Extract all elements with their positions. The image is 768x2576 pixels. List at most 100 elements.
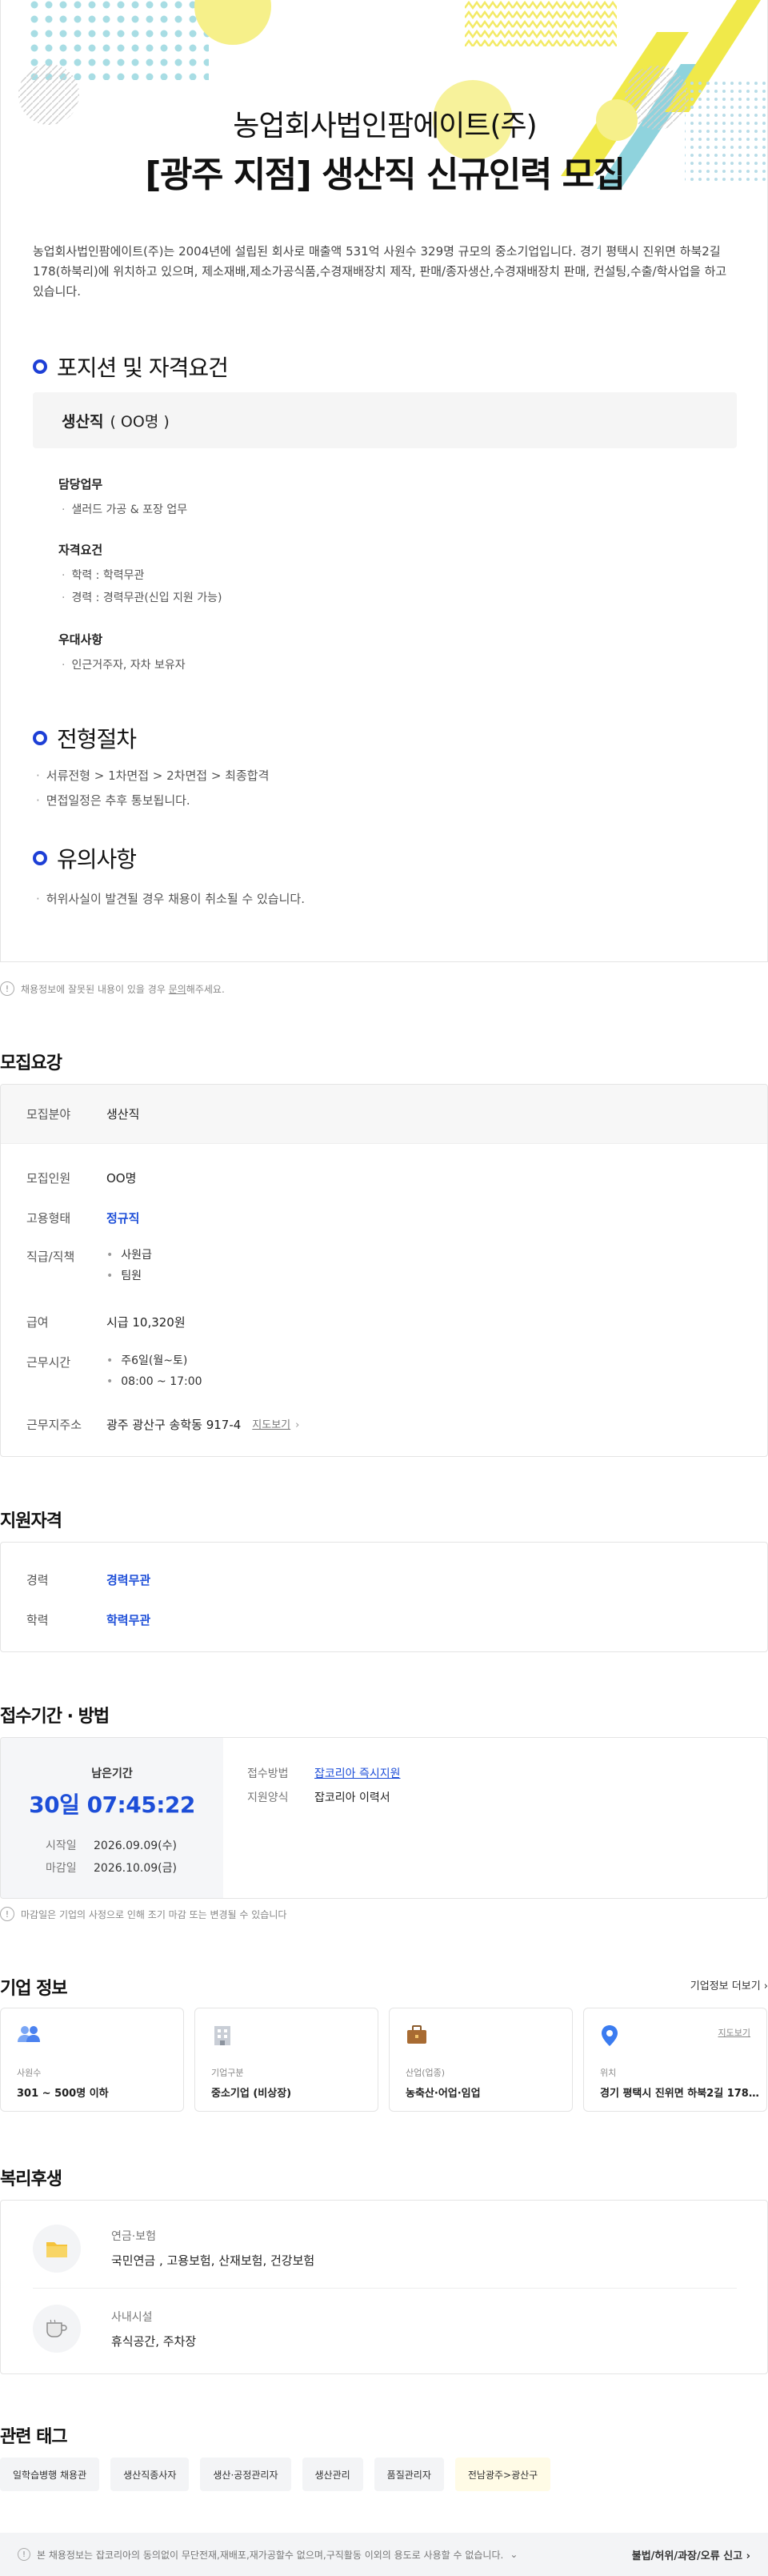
recruit-title: 모집요강: [0, 1053, 62, 1073]
employment-type-label: 고용형태: [26, 1211, 71, 1226]
location-map-link[interactable]: 지도보기: [718, 2026, 750, 2039]
education-row: 학력 학력무관: [26, 1611, 150, 1628]
hours-label: 근무시간: [26, 1355, 71, 1370]
company-intro: 농업회사법인팜에이트(주)는 2004년에 설립된 회사로 매출액 531억 사…: [33, 244, 727, 299]
report-button-label: 불법/허위/과장/오류 신고: [631, 2550, 743, 2562]
duty-item: 샐러드 가공 & 포장 업무: [58, 499, 187, 521]
requirement-item: 학력 : 학력무관: [58, 564, 222, 587]
company-more-text: 기업정보 더보기: [690, 1980, 761, 1992]
tag-item-location[interactable]: 전남광주>광산구: [454, 2458, 551, 2491]
employment-type-row: 고용형태 정규직: [26, 1210, 139, 1226]
company-card-location: 지도보기 위치 경기 평택시 진위면 하북2길 178(하북리): [583, 2008, 767, 2112]
employees-label: 사원수: [17, 2068, 42, 2078]
info-icon: !: [18, 2548, 30, 2561]
folder-icon: [33, 2224, 81, 2273]
career-label: 경력: [26, 1573, 49, 1587]
rank-item: 팀원: [106, 1266, 152, 1286]
end-date-label: 마감일: [46, 1862, 77, 1875]
start-date-label: 시작일: [46, 1840, 77, 1852]
job-title: [광주 지점] 생산직 신규인력 모집: [145, 154, 626, 195]
career-value: 경력무관: [106, 1573, 151, 1587]
circle-bullet-icon: [33, 359, 47, 374]
requirements-title: 자격요건: [58, 543, 103, 557]
tag-item[interactable]: 생산직종사자: [110, 2458, 190, 2491]
company-type-label: 기업구분: [211, 2068, 244, 2078]
caution-line: 허위사실이 발견될 경우 채용이 취소될 수 있습니다.: [36, 887, 305, 912]
chevron-right-icon: ›: [295, 1419, 300, 1431]
hours-item: 주6일(월~토): [106, 1350, 202, 1371]
company-card-type: 기업구분 중소기업 (비상장): [194, 2008, 378, 2112]
remaining-time: 30일 07:45:22: [29, 1792, 195, 1818]
location-pin-icon: [602, 2025, 618, 2046]
map-link[interactable]: 지도보기 ›: [252, 1416, 299, 1431]
pay-value: 시급 10,320원: [106, 1315, 186, 1330]
welfare-value: 휴식공간, 주차장: [111, 2333, 197, 2349]
apply-method-panel: 접수방법 잡코리아 즉시지원 지원양식 잡코리아 이력서: [223, 1738, 767, 1898]
chevron-right-icon: ›: [763, 1980, 768, 1992]
industry-label: 산업(업종): [406, 2068, 446, 2078]
process-line: 면접일정은 추후 통보됩니다.: [36, 788, 269, 813]
apply-card: 남은기간 30일 07:45:22 시작일 2026.09.09(수) 마감일 20…: [0, 1737, 768, 1899]
career-row: 경력 경력무관: [26, 1571, 150, 1588]
report-button[interactable]: 불법/허위/과장/오류 신고 ›: [632, 2547, 750, 2562]
apply-method-label: 접수방법: [247, 1767, 289, 1780]
pay-label: 급여: [26, 1315, 49, 1330]
recruit-field-row: 모집분야 생산직: [1, 1085, 767, 1144]
company-card-employees: 사원수 301 ~ 500명 이하: [0, 2008, 184, 2112]
rank-list: 사원급 팀원: [106, 1245, 152, 1286]
company-title: 기업 정보: [0, 1979, 68, 1999]
report-inquiry-link[interactable]: 문의: [169, 984, 186, 995]
address-row: 근무지주소 광주 광산구 송학동 917-4 지도보기 ›: [26, 1416, 299, 1433]
company-name: 농업회사법인팜에이트(주): [233, 110, 537, 142]
tags-title: 관련 태그: [0, 2427, 68, 2447]
start-date: 시작일 2026.09.09(수): [46, 1837, 177, 1853]
employment-type-value: 정규직: [106, 1211, 140, 1226]
report-notice: ! 채용정보에 잘못된 내용이 있을 경우 문의해주세요.: [0, 981, 225, 996]
field-value: 생산직: [106, 1107, 140, 1121]
copyright-notice: 본 채용정보는 잡코리아의 동의없이 무단전재,재배포,재가공할수 없으며,구직…: [37, 2549, 504, 2561]
map-link-text: 지도보기: [252, 1419, 291, 1431]
hours-list: 주6일(월~토) 08:00 ~ 17:00: [106, 1350, 202, 1392]
chevron-down-icon[interactable]: ⌄: [510, 2549, 518, 2560]
apply-method-row: 접수방법 잡코리아 즉시지원: [247, 1765, 401, 1781]
deadline-panel: 남은기간 30일 07:45:22 시작일 2026.09.09(수) 마감일 20…: [1, 1738, 223, 1898]
apply-form-value: 잡코리아 이력서: [314, 1792, 390, 1804]
pay-row: 급여 시급 10,320원: [26, 1314, 186, 1330]
rank-label: 직급/직책: [26, 1250, 75, 1264]
caution-heading: 유의사항: [33, 842, 137, 874]
briefcase-icon: [407, 2025, 426, 2044]
welfare-item: 연금·보험 국민연금 , 고용보험, 산재보험, 건강보험: [33, 2209, 737, 2289]
welfare-card: 연금·보험 국민연금 , 고용보험, 산재보험, 건강보험 사내시설 휴식공간,…: [0, 2200, 768, 2374]
location-label: 위치: [600, 2068, 617, 2078]
tag-item[interactable]: 생산·공정관리자: [200, 2458, 291, 2491]
company-more-link[interactable]: 기업정보 더보기 ›: [690, 1977, 768, 1992]
building-icon: [214, 2026, 230, 2045]
rank-row: 직급/직책 사원급 팀원: [26, 1248, 152, 1286]
apply-title: 접수기간 · 방법: [0, 1707, 110, 1727]
welfare-item: 사내시설 휴식공간, 주차장: [33, 2289, 737, 2369]
end-date-value: 2026.10.09(금): [94, 1862, 177, 1875]
process-heading: 전형절차: [33, 722, 137, 754]
circle-bullet-icon: [33, 851, 47, 865]
welfare-value: 국민연금 , 고용보험, 산재보험, 건강보험: [111, 2253, 315, 2268]
hours-row: 근무시간 주6일(월~토) 08:00 ~ 17:00: [26, 1354, 202, 1392]
rank-item: 사원급: [106, 1245, 152, 1266]
tag-item[interactable]: 생산관리: [302, 2458, 363, 2491]
tag-item[interactable]: 품질관리자: [374, 2458, 444, 2491]
industry-value: 농축산·어업·임업: [406, 2088, 481, 2100]
copyright-bar: ! 본 채용정보는 잡코리아의 동의없이 무단전재,재배포,재가공할수 없으며,…: [0, 2533, 768, 2576]
deadline-notice: ! 마감일은 기업의 사정으로 인해 조기 마감 또는 변경될 수 있습니다: [0, 1907, 286, 1921]
job-posting-card: 농업회사법인팜에이트(주) [광주 지점] 생산직 신규인력 모집 농업회사법인…: [0, 0, 768, 962]
people-label: 모집인원: [26, 1171, 71, 1186]
address-label: 근무지주소: [26, 1418, 82, 1432]
quick-apply-link[interactable]: 잡코리아 즉시지원: [314, 1765, 401, 1781]
requirement-item: 경력 : 경력무관(신입 지원 가능): [58, 587, 222, 609]
chevron-right-icon: ›: [746, 2550, 750, 2562]
position-heading: 포지션 및 자격요건: [33, 351, 229, 383]
apply-form-row: 지원양식 잡코리아 이력서: [247, 1789, 390, 1805]
tag-item[interactable]: 일학습병행 채용관: [0, 2458, 100, 2491]
welfare-label: 사내시설: [111, 2310, 153, 2324]
education-label: 학력: [26, 1613, 49, 1627]
education-value: 학력무관: [106, 1613, 151, 1627]
preference-block: 우대사항 인근거주자, 자차 보유자: [58, 631, 186, 676]
